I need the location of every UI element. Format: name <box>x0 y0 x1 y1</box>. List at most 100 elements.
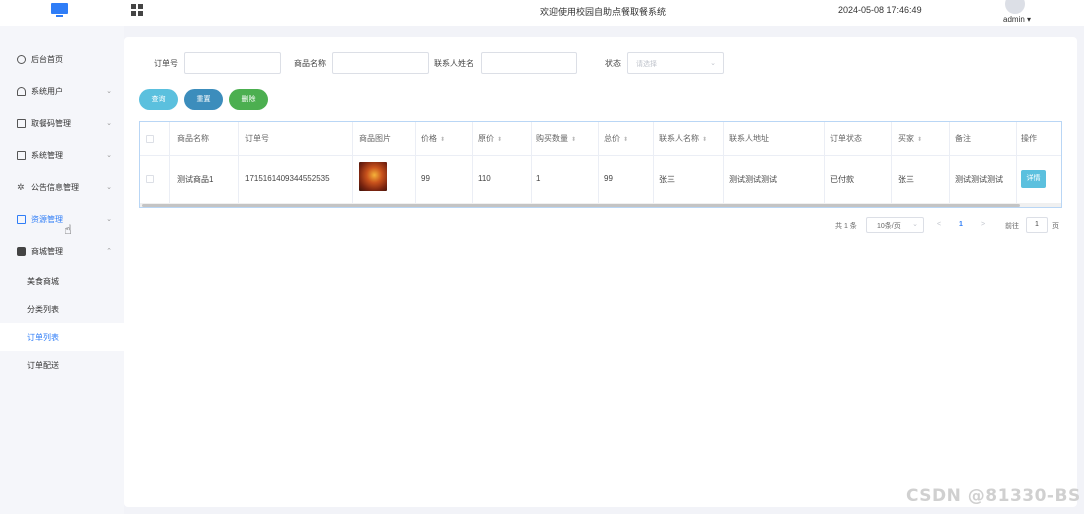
next-page-icon[interactable]: > <box>981 221 985 228</box>
product-name-label: 商品名称 <box>294 59 326 68</box>
cell-contact-address: 测试测试测试 <box>729 175 777 184</box>
sidebar-subitem-label: 美食商城 <box>27 276 59 286</box>
chevron-down-icon: ⌄ <box>106 216 112 223</box>
sidebar: 后台首页 系统用户 ⌄ 取餐码管理 ⌄ 系统管理 ⌄ ✲ 公告信息管理 ⌄ 资源… <box>0 26 124 514</box>
cell-price: 99 <box>421 174 430 183</box>
orders-table: 商品名称 订单号 商品图片 价格 ⬍ 原价 ⬍ 购买数量 ⬍ 总价 ⬍ 联系人名称 ⬍ 联… <box>139 121 1062 208</box>
datetime: 2024-05-08 17:46:49 <box>838 5 922 15</box>
sidebar-subitem-food-mall[interactable]: 美食商城 <box>0 267 124 295</box>
sidebar-item-resources[interactable]: 资源管理 ⌄ <box>0 206 124 232</box>
scrollbar-thumb[interactable] <box>142 204 1020 207</box>
pagination-total: 共 1 条 <box>835 223 857 230</box>
watermark: CSDN @81330-BS <box>906 486 1081 506</box>
user-dropdown[interactable]: admin ▾ <box>1003 15 1031 24</box>
col-header-label: 联系人名称 <box>659 134 699 143</box>
sidebar-item-label: 取餐码管理 <box>31 118 71 128</box>
col-divider <box>891 122 892 204</box>
sort-icon: ⬍ <box>497 137 503 143</box>
row-divider <box>140 155 1061 156</box>
sidebar-item-pickup-code[interactable]: 取餐码管理 ⌄ <box>0 110 124 136</box>
select-all-checkbox[interactable] <box>146 135 154 143</box>
cell-remark: 测试测试测试 <box>955 175 1003 184</box>
col-header-label: 总价 <box>604 134 620 143</box>
col-header-buyer[interactable]: 买家 ⬍ <box>898 133 922 144</box>
cell-contact-name: 张三 <box>659 175 675 184</box>
sidebar-item-system-management[interactable]: 系统管理 ⌄ <box>0 142 124 168</box>
avatar[interactable] <box>1005 0 1025 14</box>
page-size-value: 10条/页 <box>877 223 901 230</box>
chevron-down-icon: ⌄ <box>106 120 112 127</box>
col-divider <box>352 122 353 204</box>
sidebar-item-label: 商城管理 <box>31 246 63 256</box>
page-suffix: 页 <box>1052 223 1059 230</box>
sidebar-item-dashboard[interactable]: 后台首页 <box>0 46 124 72</box>
col-divider <box>472 122 473 204</box>
sidebar-item-label: 后台首页 <box>31 54 63 64</box>
sidebar-subitem-label: 分类列表 <box>27 304 59 314</box>
sidebar-subitem-label: 订单配送 <box>27 360 59 370</box>
mail-icon <box>17 150 26 160</box>
sidebar-subitem-delivery[interactable]: 订单配送 <box>0 351 124 379</box>
product-name-input[interactable] <box>332 52 429 74</box>
col-header-order-no: 订单号 <box>245 134 269 143</box>
horizontal-scrollbar[interactable] <box>140 203 1061 207</box>
col-divider <box>598 122 599 204</box>
sidebar-item-label: 公告信息管理 <box>31 182 79 192</box>
col-divider <box>949 122 950 204</box>
goto-page-input[interactable]: 1 <box>1026 217 1048 233</box>
status-placeholder: 请选择 <box>636 61 657 68</box>
status-select[interactable]: 请选择 ⌄ <box>627 52 724 74</box>
product-image[interactable] <box>359 162 387 191</box>
sidebar-item-shop-management[interactable]: 商城管理 ⌃ <box>0 238 124 264</box>
order-no-input[interactable] <box>184 52 281 74</box>
order-no-label: 订单号 <box>154 59 178 68</box>
col-header-image: 商品图片 <box>359 134 391 143</box>
sort-icon: ⬍ <box>917 137 923 143</box>
chevron-down-icon: ▾ <box>1024 15 1032 24</box>
detail-button[interactable]: 详情 <box>1021 170 1046 188</box>
contact-name-label: 联系人姓名 <box>434 59 474 68</box>
sort-icon: ⬍ <box>571 137 577 143</box>
col-header-label: 买家 <box>898 134 914 143</box>
col-divider <box>723 122 724 204</box>
sidebar-item-system-users[interactable]: 系统用户 ⌄ <box>0 78 124 104</box>
cell-buyer: 张三 <box>898 175 914 184</box>
hand-cursor-icon: ☝ <box>64 222 72 237</box>
cell-product-name: 测试商品1 <box>177 175 214 184</box>
user-icon <box>17 86 26 96</box>
row-checkbox[interactable] <box>146 175 154 183</box>
query-button[interactable]: 查询 <box>139 89 178 110</box>
cell-order-no: 1715161409344552535 <box>245 174 330 183</box>
col-header-action: 操作 <box>1021 134 1037 143</box>
sparkle-icon: ✲ <box>17 181 25 192</box>
col-divider <box>653 122 654 204</box>
reset-button[interactable]: 重置 <box>184 89 223 110</box>
prev-page-icon[interactable]: < <box>937 221 941 228</box>
cell-total: 99 <box>604 174 613 183</box>
col-header-contact-address: 联系人地址 <box>729 134 769 143</box>
grid-icon[interactable] <box>131 4 143 16</box>
page-number-current[interactable]: 1 <box>959 221 963 228</box>
sidebar-subitem-categories[interactable]: 分类列表 <box>0 295 124 323</box>
shop-icon <box>17 246 26 256</box>
page-size-select[interactable]: 10条/页 ⌄ <box>866 217 924 233</box>
sort-icon: ⬍ <box>440 137 446 143</box>
chevron-down-icon: ⌄ <box>106 152 112 159</box>
sidebar-subitem-orders[interactable]: 订单列表 <box>0 323 124 351</box>
sidebar-item-label: 系统管理 <box>31 150 63 160</box>
col-header-status: 订单状态 <box>830 134 862 143</box>
clock-icon <box>17 54 26 64</box>
contact-name-input[interactable] <box>481 52 577 74</box>
col-header-price[interactable]: 价格 ⬍ <box>421 133 445 144</box>
col-header-quantity[interactable]: 购买数量 ⬍ <box>536 133 576 144</box>
col-header-total[interactable]: 总价 ⬍ <box>604 133 628 144</box>
goto-label: 前往 <box>1005 223 1019 230</box>
sidebar-item-announcements[interactable]: ✲ 公告信息管理 ⌄ <box>0 174 124 200</box>
col-header-remark: 备注 <box>955 134 971 143</box>
col-header-original-price[interactable]: 原价 ⬍ <box>478 133 502 144</box>
col-divider <box>238 122 239 204</box>
delete-button[interactable]: 删除 <box>229 89 268 110</box>
monitor-icon <box>17 214 26 224</box>
chevron-down-icon: ⌄ <box>106 184 112 191</box>
col-header-contact-name[interactable]: 联系人名称 ⬍ <box>659 133 707 144</box>
